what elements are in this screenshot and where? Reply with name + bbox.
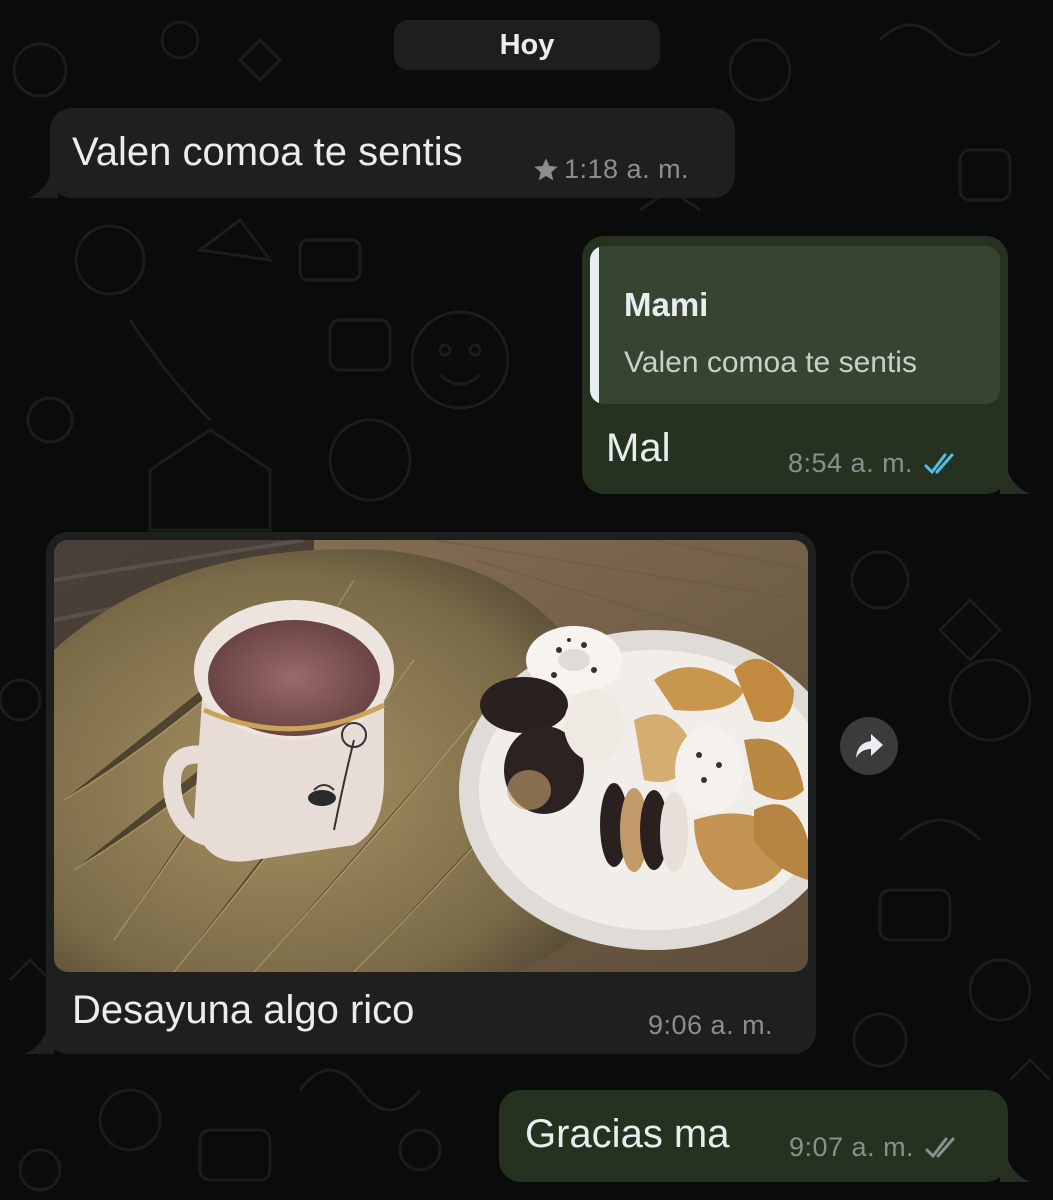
quote-text: Valen comoa te sentis bbox=[624, 346, 917, 379]
forward-icon bbox=[856, 734, 883, 758]
outgoing-message[interactable]: Gracias ma 9:07 a. m. bbox=[499, 1090, 1030, 1182]
forward-button[interactable] bbox=[840, 717, 898, 775]
quote-bar bbox=[590, 246, 599, 404]
bubble-tail bbox=[24, 1024, 54, 1054]
bubble-tail bbox=[1000, 1152, 1030, 1182]
date-separator-label: Hoy bbox=[499, 28, 555, 61]
quoted-message[interactable]: Mami Valen comoa te sentis bbox=[590, 246, 1000, 404]
message-meta: 8:54 a. m. bbox=[788, 448, 963, 479]
bubble-tail bbox=[28, 168, 58, 198]
message-time: 1:18 a. m. bbox=[564, 154, 690, 184]
message-text: Gracias ma bbox=[525, 1112, 730, 1156]
incoming-message[interactable]: Valen comoa te sentis 1:18 a. m. bbox=[28, 108, 735, 198]
message-time: 8:54 a. m. bbox=[788, 448, 914, 478]
message-text: Mal bbox=[606, 426, 671, 470]
message-meta: 9:07 a. m. bbox=[789, 1132, 964, 1163]
incoming-image-message[interactable]: Desayuna algo rico 9:06 a. m. bbox=[24, 532, 816, 1054]
double-check-gray-icon bbox=[925, 1137, 955, 1158]
bubble-tail bbox=[1000, 464, 1030, 494]
star-icon bbox=[534, 157, 558, 180]
message-text: Valen comoa te sentis bbox=[72, 130, 463, 174]
date-separator: Hoy bbox=[394, 20, 660, 70]
message-time: 9:07 a. m. bbox=[789, 1132, 915, 1162]
outgoing-message[interactable]: Mami Valen comoa te sentis Mal 8:54 a. m… bbox=[582, 236, 1030, 494]
message-meta: 9:06 a. m. bbox=[648, 1010, 773, 1041]
message-caption: Desayuna algo rico bbox=[72, 988, 415, 1032]
quote-author: Mami bbox=[624, 286, 709, 323]
message-meta: 1:18 a. m. bbox=[532, 154, 689, 185]
double-check-blue-icon bbox=[924, 453, 954, 474]
message-time: 9:06 a. m. bbox=[648, 1010, 774, 1040]
message-photo[interactable] bbox=[54, 540, 808, 972]
